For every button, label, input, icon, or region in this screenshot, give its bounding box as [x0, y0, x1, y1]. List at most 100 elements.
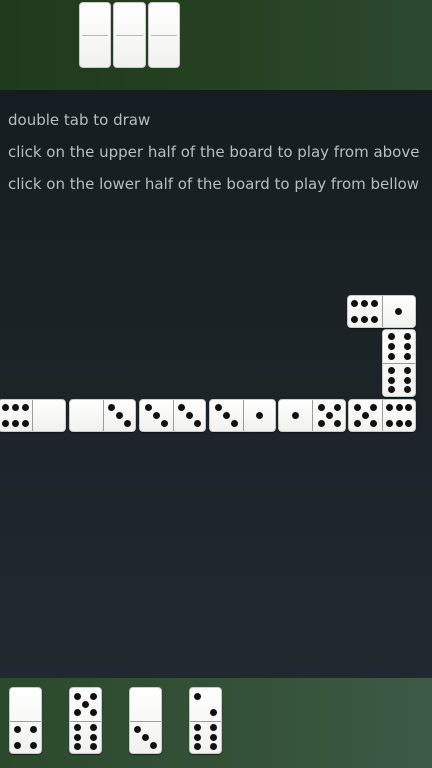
instructions: double tab to draw click on the upper ha…: [8, 104, 419, 200]
pip: [387, 333, 395, 341]
pip: [395, 419, 403, 427]
pip: [385, 404, 393, 412]
player-tile[interactable]: [129, 687, 162, 754]
pip: [89, 708, 97, 716]
pip-half-5: [312, 400, 345, 431]
pip: [152, 412, 160, 419]
pip: [2, 404, 10, 412]
opponent-hand-area: [0, 0, 432, 90]
pip: [387, 366, 395, 374]
pip: [89, 743, 97, 751]
opponent-tile-back: [148, 2, 180, 68]
pip: [177, 404, 185, 412]
pip: [2, 419, 10, 427]
pip: [403, 366, 411, 374]
pip: [351, 315, 359, 323]
pip: [403, 343, 411, 350]
pip-half-3: [130, 720, 161, 754]
pip: [333, 419, 341, 427]
pip-half-3: [172, 400, 206, 431]
pip: [123, 419, 131, 427]
pip: [353, 404, 361, 412]
pip: [107, 404, 115, 412]
pip: [403, 386, 411, 394]
board-tile: [0, 399, 66, 432]
pip: [144, 404, 152, 412]
player-tile[interactable]: [9, 687, 42, 754]
player-tile[interactable]: [69, 687, 102, 754]
pip: [12, 404, 19, 412]
pip-half-5: [349, 400, 382, 431]
board-tile: [278, 399, 346, 432]
pip-half-6: [348, 296, 382, 327]
pip-half-4: [10, 720, 41, 754]
pip: [403, 376, 411, 384]
pip-half-3: [210, 400, 243, 431]
pip: [149, 741, 157, 749]
pip-half-1: [242, 400, 276, 431]
pip-half-0: [10, 688, 41, 721]
pip: [371, 300, 379, 308]
pip: [193, 419, 201, 427]
pip: [21, 419, 29, 427]
pip: [214, 404, 222, 412]
pip: [142, 733, 149, 741]
opponent-tile-back: [79, 2, 111, 68]
pip: [209, 733, 217, 741]
pip: [160, 419, 168, 427]
pip: [351, 300, 359, 308]
pip: [292, 412, 299, 419]
pip: [230, 419, 238, 427]
pip: [209, 724, 217, 732]
pip: [29, 741, 37, 749]
pip: [403, 352, 411, 360]
pip: [405, 419, 413, 427]
pip: [74, 724, 82, 732]
pip: [134, 725, 142, 733]
instruction-play-above: click on the upper half of the board to …: [8, 143, 420, 161]
board-tile: [382, 329, 416, 397]
pip: [89, 724, 97, 732]
pip: [405, 404, 413, 412]
pip-half-6: [190, 720, 221, 754]
pip: [387, 376, 395, 384]
pip: [194, 692, 202, 700]
pip-half-0: [130, 688, 161, 721]
pip-half-6: [0, 400, 32, 431]
pip: [14, 741, 22, 749]
pip: [387, 343, 395, 350]
pip: [353, 419, 361, 427]
pip: [387, 352, 395, 360]
pip: [362, 412, 369, 419]
pip: [74, 733, 82, 741]
pip-half-0: [32, 400, 65, 431]
pip: [333, 404, 341, 412]
pip: [185, 412, 193, 419]
pip: [194, 733, 202, 741]
pip: [14, 725, 22, 733]
pip: [74, 692, 82, 700]
pip-half-1: [381, 296, 416, 327]
pip: [194, 743, 202, 751]
pip: [21, 404, 29, 412]
pip: [361, 315, 369, 323]
pip-half-3: [140, 400, 173, 431]
opponent-tile-back: [113, 2, 146, 68]
board-tile: [348, 399, 416, 432]
board-tile: [139, 399, 206, 432]
pip-half-3: [102, 400, 136, 431]
pip-half-6: [382, 400, 415, 431]
pip-half-1: [279, 400, 312, 431]
pip: [255, 412, 263, 419]
pip-half-6: [70, 720, 101, 754]
pip: [395, 404, 403, 412]
pip: [194, 724, 202, 732]
pip: [403, 333, 411, 341]
player-tile[interactable]: [189, 687, 222, 754]
pip: [385, 419, 393, 427]
pip: [209, 708, 217, 716]
pip: [370, 419, 378, 427]
pip: [317, 404, 325, 412]
pip: [222, 412, 230, 419]
pip-half-2: [190, 688, 221, 721]
